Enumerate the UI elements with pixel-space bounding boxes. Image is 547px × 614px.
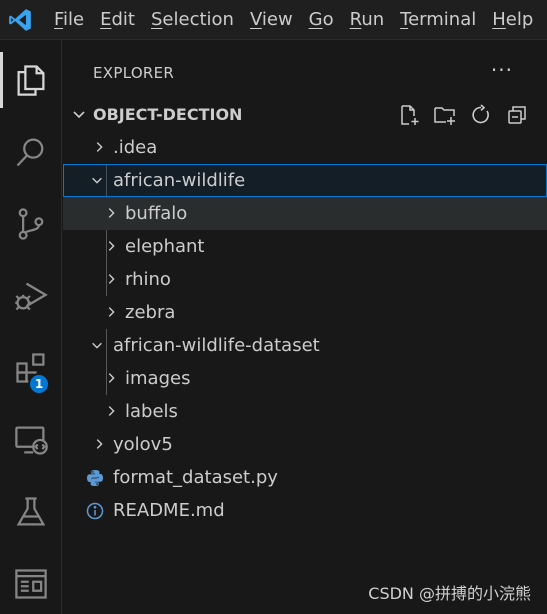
tree-item-format-dataset[interactable]: format_dataset.py — [63, 461, 547, 494]
vscode-logo-icon — [0, 0, 40, 40]
tree-item-rhino[interactable]: rhino — [63, 263, 547, 296]
tree-item-label: yolov5 — [113, 434, 173, 455]
menu-help[interactable]: Help — [484, 0, 541, 40]
tree-item-yolov5[interactable]: yolov5 — [63, 428, 547, 461]
chevron-right-icon — [91, 139, 107, 155]
menu-run[interactable]: Run — [342, 0, 393, 40]
menu-view[interactable]: View — [242, 0, 301, 40]
tree-item-elephant[interactable]: elephant — [63, 230, 547, 263]
tree-item-african-wildlife[interactable]: african-wildlife — [63, 164, 547, 197]
menu-file[interactable]: File — [46, 0, 92, 40]
chevron-down-icon — [71, 106, 87, 126]
tree-item-idea[interactable]: .idea — [63, 131, 547, 164]
chevron-right-icon — [91, 436, 107, 452]
extensions-badge: 1 — [28, 373, 50, 395]
tree-item-label: zebra — [125, 302, 176, 323]
chevron-right-icon — [103, 403, 119, 419]
tree-item-label: african-wildlife-dataset — [113, 335, 320, 356]
file-tree: .idea african-wildlife buffalo elephant — [63, 131, 547, 527]
tree-item-label: african-wildlife — [113, 170, 246, 191]
tree-item-label: images — [125, 368, 191, 389]
activity-bar: 1 — [0, 40, 62, 614]
chevron-right-icon — [103, 370, 119, 386]
menu-edit[interactable]: Edit — [92, 0, 143, 40]
menu-bar: File Edit Selection View Go Run Terminal… — [46, 0, 541, 40]
tree-item-african-wildlife-dataset[interactable]: african-wildlife-dataset — [63, 329, 547, 362]
more-actions-button[interactable]: ··· — [491, 60, 513, 80]
info-icon — [85, 501, 105, 521]
tree-item-label: .idea — [113, 137, 158, 158]
python-icon — [85, 468, 105, 488]
collapse-all-icon[interactable] — [505, 102, 529, 128]
run-debug-icon[interactable] — [0, 260, 62, 332]
explorer-title: EXPLORER — [93, 64, 175, 82]
chevron-right-icon — [103, 238, 119, 254]
tree-item-readme[interactable]: README.md — [63, 494, 547, 527]
tree-item-label: labels — [125, 401, 178, 422]
section-actions — [397, 102, 529, 128]
tree-item-label: elephant — [125, 236, 205, 257]
explorer-sidebar: EXPLORER ··· OBJECT-DECTION .idea africa… — [63, 40, 547, 614]
tree-item-label: rhino — [125, 269, 171, 290]
testing-flask-icon[interactable] — [0, 476, 62, 548]
panel-layout-icon[interactable] — [0, 548, 62, 614]
source-control-icon[interactable] — [0, 188, 62, 260]
search-icon[interactable] — [0, 116, 62, 188]
extensions-icon[interactable]: 1 — [0, 332, 62, 404]
chevron-right-icon — [103, 304, 119, 320]
explorer-icon[interactable] — [0, 44, 62, 116]
menu-selection[interactable]: Selection — [143, 0, 242, 40]
chevron-right-icon — [103, 271, 119, 287]
tree-item-labels[interactable]: labels — [63, 395, 547, 428]
remote-explorer-icon[interactable] — [0, 404, 62, 476]
tree-item-buffalo[interactable]: buffalo — [63, 197, 547, 230]
chevron-down-icon — [89, 172, 105, 188]
new-folder-icon[interactable] — [433, 102, 457, 128]
watermark-text: CSDN @拼搏的小浣熊 — [368, 584, 531, 603]
tree-item-zebra[interactable]: zebra — [63, 296, 547, 329]
chevron-down-icon — [89, 337, 105, 353]
workspace-title: OBJECT-DECTION — [93, 105, 243, 124]
tree-item-images[interactable]: images — [63, 362, 547, 395]
title-bar: File Edit Selection View Go Run Terminal… — [0, 0, 547, 40]
menu-go[interactable]: Go — [301, 0, 342, 40]
tree-item-label: buffalo — [125, 203, 188, 224]
chevron-right-icon — [103, 205, 119, 221]
tree-item-label: format_dataset.py — [113, 467, 278, 488]
workspace-section-header[interactable]: OBJECT-DECTION — [63, 97, 547, 133]
refresh-icon[interactable] — [469, 102, 493, 128]
menu-terminal[interactable]: Terminal — [392, 0, 484, 40]
new-file-icon[interactable] — [397, 102, 421, 128]
tree-item-label: README.md — [113, 500, 225, 521]
